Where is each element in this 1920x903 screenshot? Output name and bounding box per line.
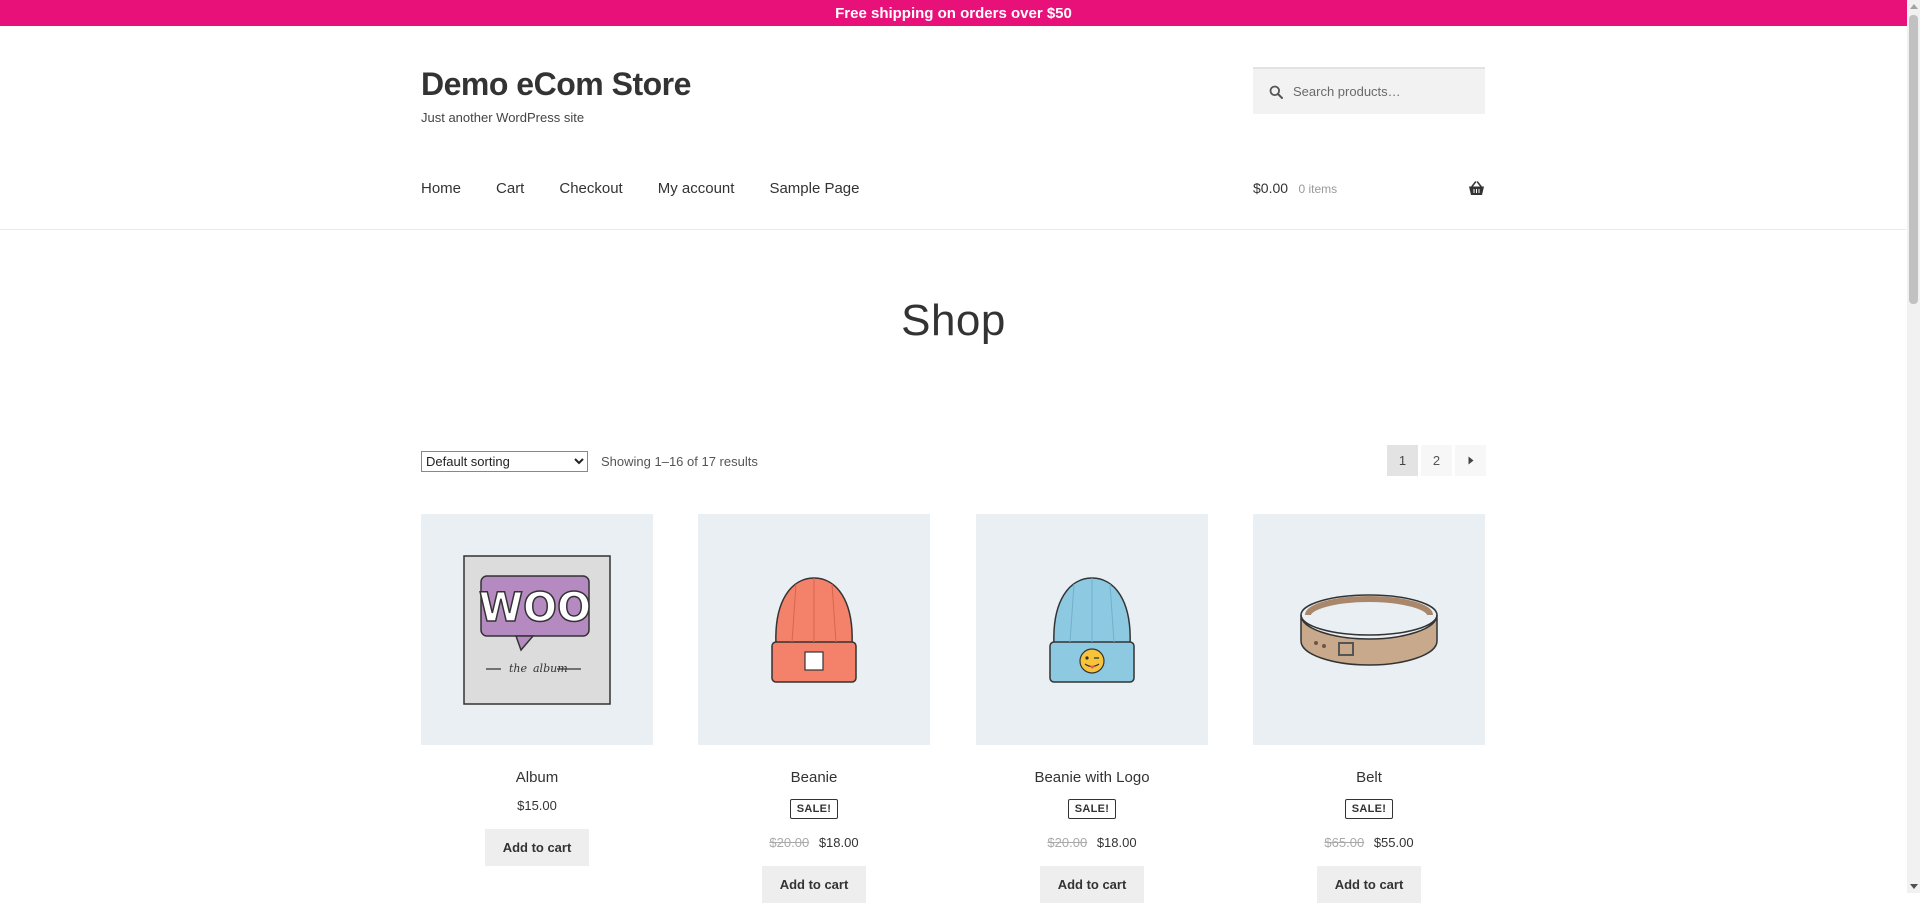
product-image-beanie[interactable]	[698, 514, 930, 745]
promo-banner-text: Free shipping on orders over $50	[835, 4, 1072, 22]
promo-banner: Free shipping on orders over $50	[0, 0, 1907, 26]
scroll-down-arrow-icon[interactable]	[1910, 884, 1918, 889]
svg-text:the: the	[509, 662, 528, 675]
site-tagline: Just another WordPress site	[421, 110, 585, 125]
product-search	[1253, 67, 1485, 114]
header-divider	[0, 229, 1907, 230]
product-price: $20.00 $18.00	[976, 835, 1208, 850]
nav-item-checkout[interactable]: Checkout	[559, 180, 622, 197]
add-to-cart-button[interactable]: Add to cart	[1316, 866, 1422, 903]
primary-nav: Home Cart Checkout My account Sample Pag…	[421, 180, 895, 197]
belt-image	[1300, 593, 1438, 666]
original-price: $65.00	[1324, 835, 1365, 850]
beanie-image	[771, 576, 857, 683]
nav-item-sample-page[interactable]: Sample Page	[769, 180, 859, 197]
svg-text:album: album	[533, 662, 568, 675]
product-price: $65.00 $55.00	[1253, 835, 1485, 850]
sort-select[interactable]: Default sorting	[421, 451, 588, 472]
beanie-with-logo-image	[1049, 576, 1135, 683]
cart-amount: $0.00	[1253, 180, 1289, 196]
sale-badge: SALE!	[789, 799, 839, 819]
add-to-cart-button[interactable]: Add to cart	[1039, 866, 1145, 903]
vertical-scrollbar[interactable]	[1907, 0, 1920, 893]
product-card-beanie-with-logo: Beanie with Logo SALE! $20.00 $18.00 Add…	[976, 514, 1208, 903]
sale-price: $55.00	[1373, 835, 1414, 850]
cart-count: 0 items	[1298, 182, 1338, 196]
page-1-current: 1	[1387, 445, 1418, 476]
product-image-album[interactable]: WOO the album	[421, 514, 653, 745]
original-price: $20.00	[1047, 835, 1088, 850]
pagination: 1 2	[1387, 445, 1486, 476]
scrollbar-thumb[interactable]	[1909, 15, 1918, 304]
svg-text:WOO: WOO	[479, 585, 591, 631]
next-arrow-icon	[1468, 456, 1473, 465]
product-name[interactable]: Album	[421, 769, 653, 786]
product-name[interactable]: Beanie	[698, 769, 930, 786]
search-icon	[1269, 85, 1283, 99]
sale-price: $18.00	[1096, 835, 1137, 850]
search-input[interactable]	[1293, 84, 1463, 99]
product-name[interactable]: Belt	[1253, 769, 1485, 786]
album-cover-image: WOO the album	[463, 554, 611, 705]
page-title: Shop	[901, 296, 1006, 345]
current-price: $15.00	[517, 798, 557, 813]
product-card-beanie: Beanie SALE! $20.00 $18.00 Add to cart	[698, 514, 930, 903]
product-price: $20.00 $18.00	[698, 835, 930, 850]
original-price: $20.00	[769, 835, 810, 850]
add-to-cart-button[interactable]: Add to cart	[761, 866, 867, 903]
product-price: $15.00	[421, 798, 653, 813]
result-count: Showing 1–16 of 17 results	[601, 454, 758, 469]
header-cart[interactable]: $0.00 0 items	[1253, 180, 1485, 200]
sale-price: $18.00	[818, 835, 859, 850]
product-name[interactable]: Beanie with Logo	[976, 769, 1208, 786]
product-image-belt[interactable]	[1253, 514, 1485, 745]
product-card-belt: Belt SALE! $65.00 $55.00 Add to cart	[1253, 514, 1485, 903]
sale-badge: SALE!	[1067, 799, 1117, 819]
basket-icon[interactable]	[1468, 181, 1485, 196]
nav-item-cart[interactable]: Cart	[496, 180, 524, 197]
next-page-button[interactable]	[1455, 445, 1486, 476]
page-2-link[interactable]: 2	[1421, 445, 1452, 476]
product-card-album: WOO the album Album $15.00 Add to cart	[421, 514, 653, 866]
product-image-beanie-with-logo[interactable]	[976, 514, 1208, 745]
add-to-cart-button[interactable]: Add to cart	[484, 829, 590, 866]
nav-item-my-account[interactable]: My account	[658, 180, 735, 197]
nav-item-home[interactable]: Home	[421, 180, 461, 197]
scroll-up-arrow-icon[interactable]	[1910, 4, 1918, 9]
site-title[interactable]: Demo eCom Store	[421, 66, 691, 103]
sale-badge: SALE!	[1344, 799, 1394, 819]
